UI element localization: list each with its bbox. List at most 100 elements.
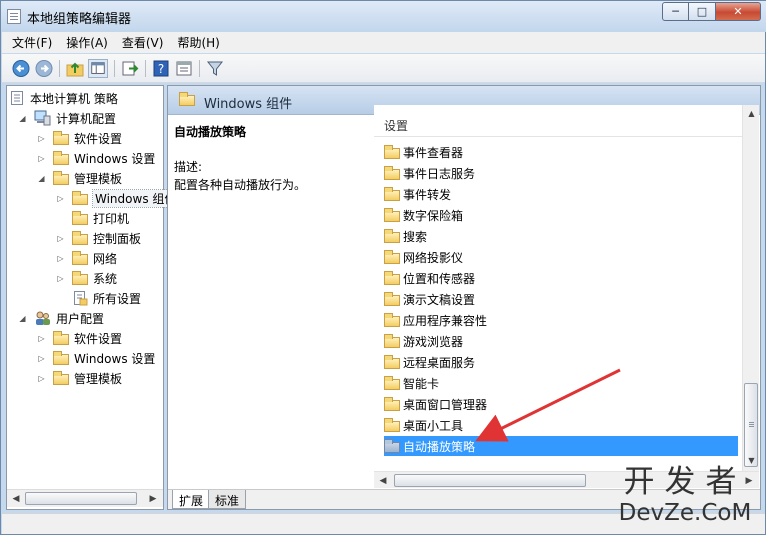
show-hide-tree-icon[interactable] [88,59,108,78]
list-item-label: 事件日志服务 [403,166,476,181]
expand-icon[interactable]: ▷ [55,234,66,243]
list-item[interactable]: 桌面窗口管理器 [384,394,738,414]
menu-action[interactable]: 操作(A) [66,34,108,51]
help-icon[interactable]: ? [151,59,171,78]
tree-item-user-software-settings[interactable]: ▷ 软件设置 [36,328,122,348]
tree-pane[interactable]: 本地计算机 策略 ◢ 计算机配置 ▷ 软件设置 ▷ Windows 设置 ◢ 管… [6,85,180,510]
tree-item-user-config[interactable]: ◢ 用户配置 [17,308,104,328]
menu-help[interactable]: 帮助(H) [177,34,219,51]
properties-icon[interactable] [174,59,194,78]
list-item[interactable]: 演示文稿设置 [384,289,738,309]
expand-icon[interactable]: ▷ [36,334,47,343]
tree-item-local-computer-policy[interactable]: 本地计算机 策略 [10,88,118,108]
expand-icon[interactable]: ▷ [36,134,47,143]
scroll-left-icon[interactable]: ◀ [376,474,390,488]
list-item[interactable]: 桌面小工具 [384,415,738,435]
tab-standard[interactable]: 标准 [208,490,247,509]
folder-icon [53,370,69,385]
scroll-down-icon[interactable]: ▼ [745,454,758,468]
list-horizontal-scrollbar[interactable]: ◀ ▶ [374,471,759,488]
list-item-label: 事件转发 [403,187,452,202]
list-item[interactable]: 游戏浏览器 [384,331,738,351]
caption-buttons: ─ □ ✕ [662,2,761,21]
tree-item-windows-components[interactable]: ▷ Windows 组件 [55,188,180,208]
list-item[interactable]: 位置和传感器 [384,268,738,288]
scroll-up-icon[interactable]: ▲ [745,107,758,121]
expand-icon[interactable]: ▷ [36,154,47,163]
list-item[interactable]: 网络投影仪 [384,247,738,267]
scroll-right-icon[interactable]: ▶ [146,492,160,506]
description-pane: 自动播放策略 描述: 配置各种自动播放行为。 [168,116,373,488]
column-header-setting[interactable]: 设置 [384,117,408,134]
collapse-icon[interactable]: ◢ [36,174,47,183]
list-item[interactable]: 应用程序兼容性 [384,310,738,330]
computer-icon [34,110,51,126]
minimize-button[interactable]: ─ [662,2,689,21]
list-item[interactable]: 搜索 [384,226,738,246]
menu-view[interactable]: 查看(V) [122,34,164,51]
folder-icon [384,270,400,285]
folder-icon [72,190,88,205]
list-item[interactable]: 自动播放策略 [384,436,738,456]
up-folder-icon[interactable] [65,59,85,78]
folder-icon [179,92,196,107]
tree-item-computer-config[interactable]: ◢ 计算机配置 [17,108,116,128]
collapse-icon[interactable]: ◢ [17,114,28,123]
folder-icon [72,230,88,245]
scroll-right-icon[interactable]: ▶ [742,474,756,488]
toolbar: ? [2,54,765,83]
close-button[interactable]: ✕ [716,2,761,21]
folder-icon [384,186,400,201]
tree-horizontal-scrollbar[interactable]: ◀ ▶ [7,489,163,507]
tree-item-admin-templates[interactable]: ◢ 管理模板 [36,168,122,188]
scrollbar-thumb[interactable] [394,474,586,487]
folder-icon [53,350,69,365]
expand-icon[interactable]: ▷ [55,254,66,263]
folder-icon [384,249,400,264]
scroll-left-icon[interactable]: ◀ [9,492,23,506]
tab-extended[interactable]: 扩展 [172,490,211,509]
tree-item-system[interactable]: ▷ 系统 [55,268,117,288]
expand-icon[interactable]: ▷ [55,274,66,283]
expand-icon[interactable]: ▷ [55,194,66,203]
list-item[interactable]: 数字保险箱 [384,205,738,225]
tree-item-user-windows-settings[interactable]: ▷ Windows 设置 [36,348,155,368]
folder-icon [53,330,69,345]
list-item[interactable]: 远程桌面服务 [384,352,738,372]
expand-icon[interactable]: ▷ [36,374,47,383]
folder-icon [72,250,88,265]
tree-item-user-admin-templates[interactable]: ▷ 管理模板 [36,368,122,388]
back-arrow-icon[interactable] [11,59,31,78]
list-item[interactable]: 事件查看器 [384,142,738,162]
list-item[interactable]: 事件转发 [384,184,738,204]
filter-icon[interactable] [205,59,225,78]
menu-file[interactable]: 文件(F) [12,34,52,51]
group-policy-editor-window: 本地组策略编辑器 ─ □ ✕ 文件(F) 操作(A) 查看(V) 帮助(H) ?… [0,0,766,535]
tree-item-network[interactable]: ▷ 网络 [55,248,117,268]
description-title: 自动播放策略 [174,125,247,139]
title-bar[interactable]: 本地组策略编辑器 ─ □ ✕ [1,1,766,32]
list-item-label: 位置和传感器 [403,271,476,286]
list-item-label: 远程桌面服务 [403,355,476,370]
tree-item-software-settings[interactable]: ▷ 软件设置 [36,128,122,148]
folder-icon [384,417,400,432]
toolbar-separator [199,60,200,77]
scrollbar-thumb[interactable] [25,492,137,505]
list-item-label: 桌面窗口管理器 [403,397,488,412]
list-item[interactable]: 智能卡 [384,373,738,393]
maximize-button[interactable]: □ [689,2,716,21]
list-item[interactable]: 事件日志服务 [384,163,738,183]
tree-item-all-settings[interactable]: 所有设置 [55,288,141,308]
tree-item-printers[interactable]: 打印机 [55,208,129,228]
tree-item-windows-settings[interactable]: ▷ Windows 设置 [36,148,155,168]
forward-arrow-icon[interactable] [34,59,54,78]
settings-list[interactable]: 设置 事件查看器事件日志服务 事件转发数字保险箱 搜索 网络投影仪位置和传感器演示文稿… [374,105,742,471]
tree-item-control-panel[interactable]: ▷ 控制面板 [55,228,141,248]
column-divider [374,136,742,137]
list-vertical-scrollbar[interactable]: ▲ ▼ [742,105,759,471]
collapse-icon[interactable]: ◢ [17,314,28,323]
details-pane: Windows 组件 自动播放策略 描述: 配置各种自动播放行为。 设置 事件查… [167,85,761,510]
folder-icon [53,150,69,165]
expand-icon[interactable]: ▷ [36,354,47,363]
export-list-icon[interactable] [120,59,140,78]
